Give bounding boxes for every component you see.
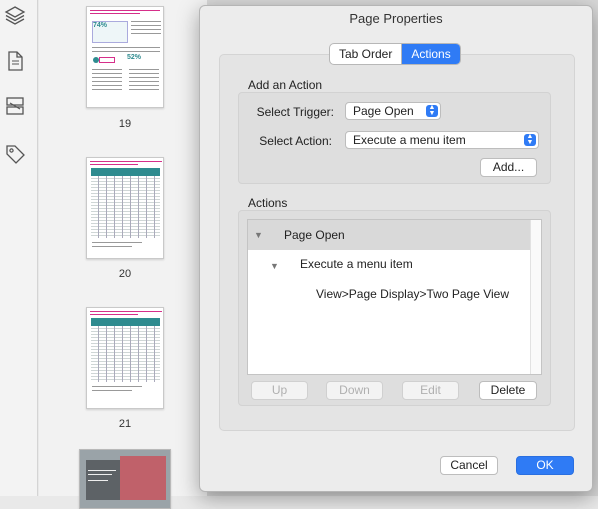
tree-row-execute-menu-item[interactable]: ▼ Execute a menu item	[248, 250, 531, 280]
compare-icon[interactable]	[4, 95, 26, 117]
layers-icon[interactable]	[4, 4, 26, 26]
tab-tab-order[interactable]: Tab Order	[330, 44, 401, 64]
tree-row-menu-path[interactable]: View>Page Display>Two Page View	[248, 280, 531, 310]
page-thumbnail[interactable]	[86, 157, 164, 259]
popup-arrows-icon: ▲ ▼	[426, 104, 438, 117]
page-number: 20	[118, 268, 132, 280]
page-properties-dialog: Page Properties Tab Order Actions Add an…	[199, 5, 593, 492]
tag-icon[interactable]	[4, 143, 26, 165]
thumb-stat-1: 74%	[93, 22, 108, 29]
actions-tree: ▼ Page Open ▼ Execute a menu item View>P…	[247, 219, 542, 375]
page-icon[interactable]	[4, 50, 26, 72]
up-button[interactable]: Up	[251, 381, 308, 400]
left-toolbar	[0, 0, 38, 496]
tree-row-page-open[interactable]: ▼ Page Open	[248, 220, 531, 250]
select-action-popup[interactable]: Execute a menu item ▲ ▼	[345, 131, 539, 149]
edit-button[interactable]: Edit	[402, 381, 459, 400]
select-action-value: Execute a menu item	[353, 133, 466, 147]
select-trigger-popup[interactable]: Page Open ▲ ▼	[345, 102, 441, 120]
select-action-label: Select Action:	[259, 134, 332, 148]
popup-arrows-icon: ▲ ▼	[524, 133, 536, 146]
dialog-title: Page Properties	[349, 11, 443, 26]
tree-row-label: Execute a menu item	[300, 257, 413, 271]
add-action-heading: Add an Action	[248, 78, 323, 92]
add-button[interactable]: Add...	[480, 158, 537, 177]
tree-scrollbar[interactable]	[530, 220, 541, 374]
thumb-stat-2: 52%	[127, 54, 142, 61]
disclosure-triangle-icon[interactable]: ▼	[254, 230, 263, 240]
delete-button[interactable]: Delete	[479, 381, 537, 400]
select-trigger-value: Page Open	[353, 104, 414, 118]
page-thumbnail[interactable]	[79, 449, 171, 509]
page-thumbnail[interactable]: 74% 52%	[86, 6, 164, 108]
page-thumbnail[interactable]	[86, 307, 164, 409]
page-number: 21	[118, 418, 132, 430]
tree-row-label: Page Open	[284, 228, 345, 242]
tab-actions[interactable]: Actions	[401, 44, 460, 64]
ok-button[interactable]: OK	[516, 456, 574, 475]
disclosure-triangle-icon[interactable]: ▼	[270, 261, 279, 271]
tab-bar: Tab Order Actions	[329, 43, 461, 65]
actions-heading: Actions	[248, 196, 288, 210]
select-trigger-label: Select Trigger:	[256, 105, 334, 119]
page-number: 19	[118, 118, 132, 130]
tree-row-label: View>Page Display>Two Page View	[316, 287, 510, 301]
cancel-button[interactable]: Cancel	[440, 456, 498, 475]
down-button[interactable]: Down	[326, 381, 383, 400]
page-thumbnails-panel: 74% 52% 19 20 21	[39, 0, 207, 509]
